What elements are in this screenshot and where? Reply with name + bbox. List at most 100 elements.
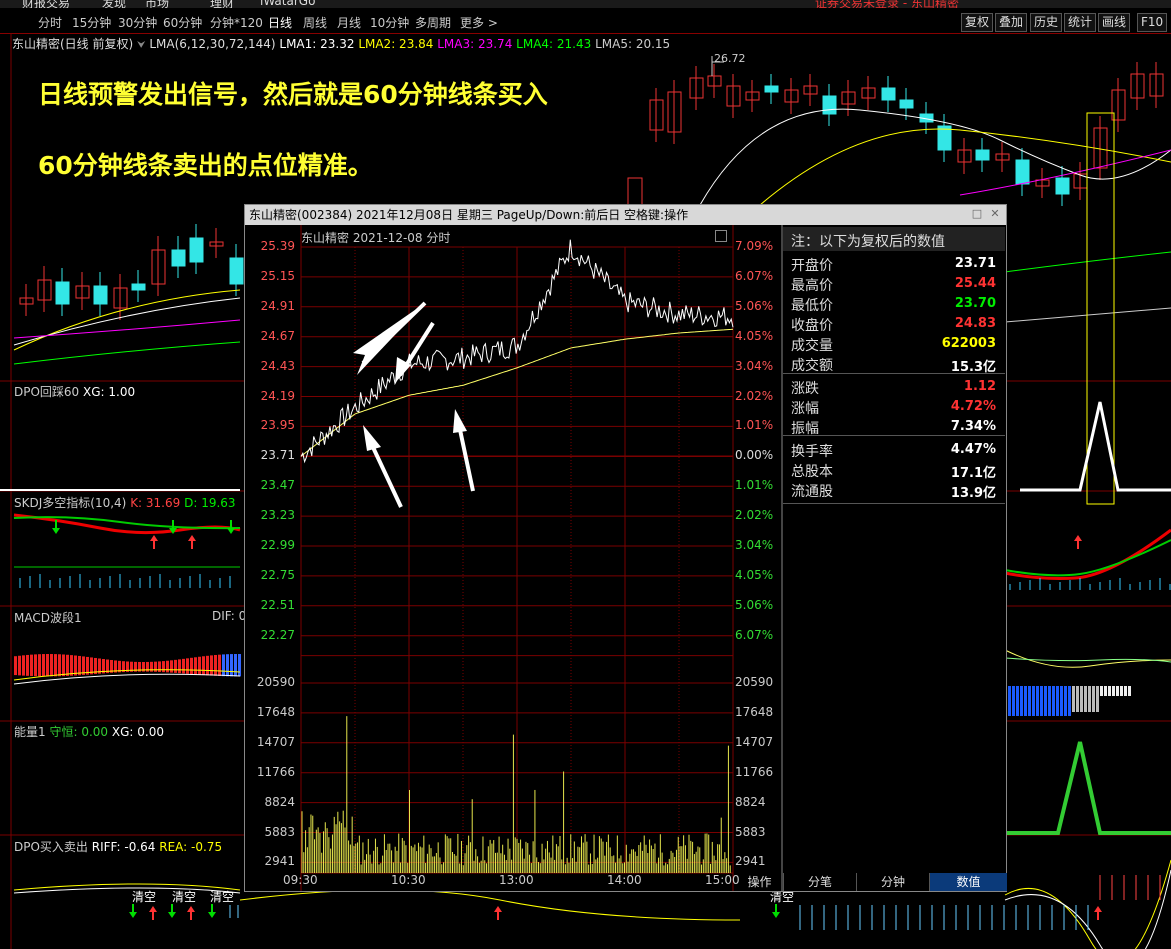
close-icon[interactable]: ✕ — [989, 208, 1001, 220]
buy-arrow-icon — [187, 906, 195, 920]
macd-bar — [1016, 686, 1019, 716]
info-value: 23.70 — [954, 296, 996, 311]
caption-line-2: 60分钟线条卖出的点位精准。 — [38, 151, 373, 180]
info-value: 622003 — [941, 336, 996, 351]
volume-axis-label: 17648 — [256, 704, 295, 719]
macd-panel-label: MACD波段1 — [14, 609, 82, 626]
candle — [55, 281, 70, 305]
macd-bar — [70, 655, 73, 676]
time-axis-label: 09:30 — [283, 873, 318, 887]
pct-axis-label: 6.07% — [735, 268, 774, 283]
pct-axis-label: 2.02% — [735, 508, 774, 523]
info-value: 7.34% — [950, 419, 996, 434]
info-value: 4.72% — [950, 399, 996, 414]
candle — [1015, 159, 1030, 185]
volume-axis-label: 14707 — [256, 734, 295, 749]
macd-bar — [1080, 686, 1083, 712]
info-value: 1.12 — [963, 379, 996, 394]
volume-axis-label: 11766 — [256, 764, 295, 779]
info-header: 注：以下为复权后的数值 — [791, 234, 945, 250]
candle — [899, 99, 914, 109]
macd-bar — [170, 660, 173, 673]
pct-axis-label: 3.04% — [735, 538, 774, 552]
macd-bar — [38, 654, 41, 677]
candle — [171, 249, 186, 267]
volume-axis-label: 20590 — [735, 675, 774, 689]
info-label: 开盘价 — [791, 258, 833, 274]
intraday-popup-window[interactable]: 东山精密(002384) 2021年12月08日 星期三 PageUp/Down… — [244, 204, 1007, 892]
pct-axis-label: 6.07% — [735, 627, 774, 642]
macd-bar — [218, 654, 221, 676]
price-axis-label: 23.95 — [260, 418, 295, 433]
dpo-xg: XG: 1.00 — [83, 385, 136, 399]
macd-bar — [30, 654, 33, 677]
macd-bar — [22, 655, 25, 676]
info-value: 17.1亿 — [950, 466, 996, 481]
macd-bar — [54, 654, 57, 677]
buy-arrow-icon — [1094, 906, 1102, 920]
pct-axis-label: 3.04% — [735, 358, 774, 373]
candle — [1055, 177, 1070, 195]
macd-bar — [1076, 686, 1079, 712]
macd-bar — [238, 654, 241, 677]
info-value: 13.9亿 — [950, 486, 996, 501]
candle — [822, 95, 837, 115]
info-label: 换手率 — [791, 444, 833, 460]
macd-bar — [1036, 686, 1039, 716]
macd-bar — [46, 654, 49, 677]
skdj-title: SKDJ多空指标(10,4) — [14, 496, 127, 510]
macd-bar — [1032, 686, 1035, 716]
macd-bar — [222, 654, 225, 677]
macd-bar — [1108, 686, 1111, 696]
price-axis-label: 24.43 — [260, 358, 295, 373]
energy-title: 能量1 — [14, 725, 46, 739]
info-label: 涨跌 — [791, 381, 819, 397]
macd-bar — [214, 654, 217, 676]
dpo-bs-rea: REA: -0.75 — [159, 840, 223, 854]
clear-signal-label: 清空 — [172, 890, 197, 904]
volume-axis-label: 11766 — [735, 764, 774, 779]
buy-arrow-icon — [188, 535, 196, 549]
energy-panel-label: 能量1 守恒: 0.00 XG: 0.00 — [14, 723, 164, 740]
clear-signal-label: 清空 — [132, 890, 157, 904]
candle — [764, 85, 779, 93]
tab-minutes[interactable]: 分钟 — [856, 873, 929, 891]
macd-bar — [62, 654, 65, 677]
caption-line-1: 日线预警发出信号，然后就是60分钟线条买入 — [38, 80, 548, 109]
macd-bar — [226, 654, 229, 677]
maximize-icon[interactable]: □ — [971, 208, 983, 220]
macd-bar — [166, 660, 169, 673]
price-axis-label: 24.67 — [260, 328, 295, 343]
info-label: 最高价 — [791, 278, 833, 294]
sell-arrow-icon — [168, 904, 176, 918]
macd-bar — [190, 657, 193, 675]
info-label: 最低价 — [791, 298, 833, 314]
info-divider — [783, 435, 1005, 436]
macd-bar — [1024, 686, 1027, 716]
macd-dif: DIF: 0 — [212, 609, 247, 623]
price-axis-label: 25.15 — [260, 268, 295, 283]
macd-bar — [1060, 686, 1063, 716]
price-axis-label: 23.71 — [260, 448, 295, 463]
macd-bar — [1048, 686, 1051, 716]
tab-values[interactable]: 数值 — [929, 873, 1007, 891]
macd-bar — [230, 654, 233, 677]
popup-titlebar[interactable]: 东山精密(002384) 2021年12月08日 星期三 PageUp/Down… — [245, 205, 1006, 225]
macd-bar — [1040, 686, 1043, 716]
info-label: 总股本 — [791, 464, 833, 480]
pct-axis-label: 5.06% — [735, 298, 774, 313]
macd-bar — [26, 654, 29, 676]
candle — [189, 237, 204, 263]
price-axis-label: 23.47 — [260, 478, 295, 493]
tab-operate[interactable]: 操作 — [737, 873, 782, 891]
buy-arrow-icon — [1074, 535, 1082, 549]
macd-bar — [1100, 686, 1103, 696]
macd-bar — [158, 661, 161, 672]
candle — [881, 87, 896, 101]
volume-axis-label: 8824 — [264, 794, 295, 809]
macd-bar — [1088, 686, 1091, 712]
info-divider — [783, 373, 1005, 374]
tab-ticks[interactable]: 分笔 — [783, 873, 856, 891]
dpo-bs-title: DPO买入卖出 — [14, 840, 88, 854]
price-axis-label: 23.23 — [260, 508, 295, 523]
